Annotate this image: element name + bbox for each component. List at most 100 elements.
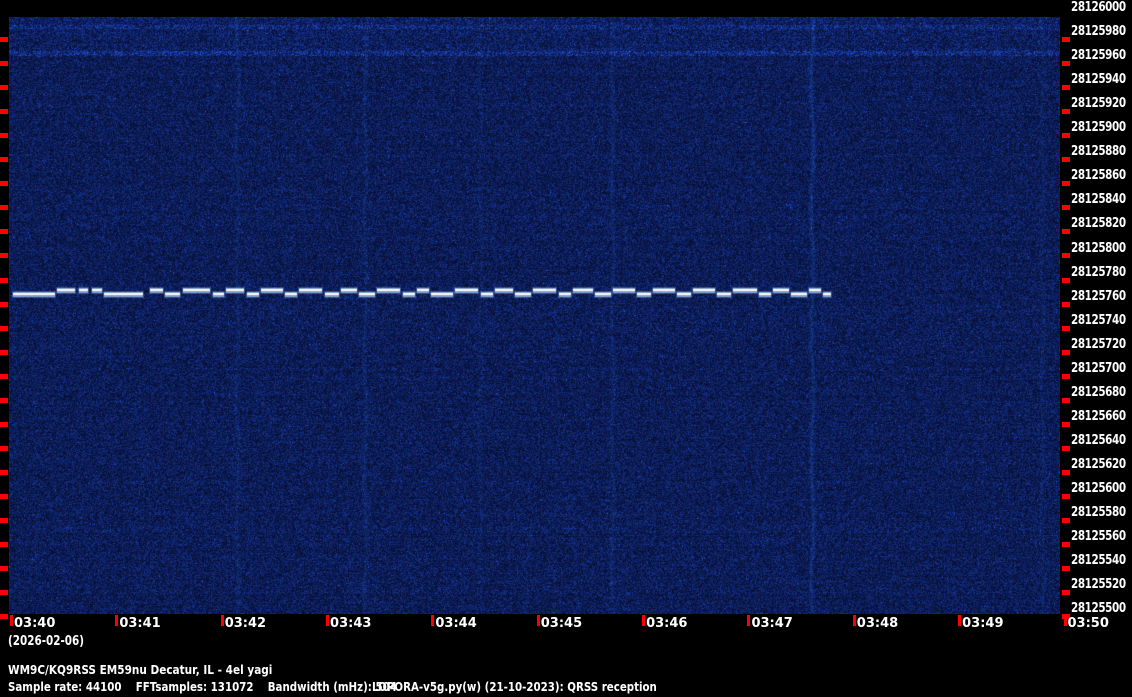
- frequency-tick: [1062, 398, 1070, 403]
- capture-parameters: Sample rate: 44100 FFTsamples: 131072 Ba…: [8, 679, 397, 694]
- time-label: 03:41: [119, 617, 160, 631]
- date-label: (2026-02-06): [8, 634, 84, 649]
- frequency-tick: [0, 302, 8, 307]
- frequency-label: 28125900: [1071, 121, 1126, 134]
- frequency-tick: [1062, 374, 1070, 379]
- frequency-tick: [0, 278, 8, 283]
- frequency-label: 28125620: [1071, 458, 1126, 471]
- frequency-tick: [1062, 494, 1070, 499]
- frequency-label: 28125800: [1071, 242, 1126, 255]
- frequency-label: 28125720: [1071, 338, 1126, 351]
- frequency-tick: [1062, 133, 1070, 138]
- frequency-tick: [0, 85, 8, 90]
- time-tick: [747, 615, 750, 626]
- frequency-tick: [1062, 253, 1070, 258]
- frequency-tick: [0, 205, 8, 210]
- time-tick: [958, 615, 961, 626]
- spectrogram-canvas: [9, 17, 1060, 614]
- time-tick: [642, 615, 645, 626]
- frequency-tick: [0, 326, 8, 331]
- frequency-label: 28125660: [1071, 410, 1126, 423]
- time-tick: [326, 615, 329, 626]
- frequency-tick: [1062, 37, 1070, 42]
- time-label: 03:48: [857, 617, 898, 631]
- software-info: LOPORA-v5g.py(w) (21-10-2023): QRSS rece…: [372, 679, 657, 694]
- time-tick: [431, 615, 434, 626]
- frequency-tick: [1062, 157, 1070, 162]
- frequency-tick: [0, 157, 8, 162]
- frequency-label: 28125700: [1071, 362, 1126, 375]
- time-label: 03:43: [330, 617, 371, 631]
- time-label: 03:45: [541, 617, 582, 631]
- frequency-tick: [0, 446, 8, 451]
- time-tick: [537, 615, 540, 626]
- frequency-tick: [1062, 350, 1070, 355]
- frequency-tick: [1062, 302, 1070, 307]
- frequency-label: 28125980: [1071, 25, 1126, 38]
- frequency-tick: [1062, 542, 1070, 547]
- frequency-label: 28125940: [1071, 73, 1126, 86]
- frequency-tick: [0, 470, 8, 475]
- time-label: 03:50: [1068, 617, 1109, 631]
- frequency-label: 28125520: [1071, 578, 1126, 591]
- frequency-tick: [1062, 566, 1070, 571]
- frequency-tick: [1062, 278, 1070, 283]
- frequency-tick: [0, 350, 8, 355]
- frequency-label: 28125780: [1071, 266, 1126, 279]
- frequency-tick: [0, 109, 8, 114]
- frequency-tick: [0, 374, 8, 379]
- frequency-label: 28125580: [1071, 506, 1126, 519]
- frequency-label: 28126000: [1071, 1, 1126, 14]
- frequency-tick: [1062, 326, 1070, 331]
- frequency-tick: [1062, 181, 1070, 186]
- frequency-tick: [1062, 109, 1070, 114]
- frequency-label: 28125560: [1071, 530, 1126, 543]
- frequency-tick: [0, 229, 8, 234]
- frequency-tick: [1062, 229, 1070, 234]
- frequency-label: 28125920: [1071, 97, 1126, 110]
- frequency-tick: [0, 61, 8, 66]
- frequency-label: 28125860: [1071, 169, 1126, 182]
- frequency-tick: [0, 422, 8, 427]
- frequency-label: 28125500: [1071, 602, 1126, 615]
- time-tick: [1064, 615, 1067, 626]
- station-info: WM9C/KQ9RSS EM59nu Decatur, IL - 4el yag…: [8, 662, 272, 677]
- time-tick: [10, 615, 13, 626]
- frequency-tick: [0, 566, 8, 571]
- frequency-label: 28125840: [1071, 193, 1126, 206]
- frequency-tick: [0, 494, 8, 499]
- frequency-tick: [1062, 61, 1070, 66]
- frequency-tick: [0, 133, 8, 138]
- time-tick: [115, 615, 118, 626]
- time-label: 03:49: [962, 617, 1003, 631]
- time-label: 03:42: [225, 617, 266, 631]
- frequency-label: 28125740: [1071, 314, 1126, 327]
- frequency-tick: [0, 181, 8, 186]
- time-label: 03:47: [751, 617, 792, 631]
- frequency-label: 28125640: [1071, 434, 1126, 447]
- frequency-label: 28125880: [1071, 145, 1126, 158]
- frequency-label: 28125680: [1071, 386, 1126, 399]
- frequency-tick: [1062, 470, 1070, 475]
- time-tick: [853, 615, 856, 626]
- time-label: 03:46: [646, 617, 687, 631]
- time-label: 03:40: [14, 617, 55, 631]
- frequency-tick: [0, 398, 8, 403]
- frequency-tick: [1062, 590, 1070, 595]
- frequency-tick: [1062, 422, 1070, 427]
- frequency-tick: [1062, 85, 1070, 90]
- frequency-tick: [0, 590, 8, 595]
- frequency-tick: [1062, 205, 1070, 210]
- frequency-tick: [1062, 518, 1070, 523]
- frequency-label: 28125600: [1071, 482, 1126, 495]
- frequency-label: 28125820: [1071, 217, 1126, 230]
- frequency-label: 28125960: [1071, 49, 1126, 62]
- frequency-label: 28125760: [1071, 290, 1126, 303]
- frequency-tick: [0, 37, 8, 42]
- frequency-label: 28125540: [1071, 554, 1126, 567]
- time-label: 03:44: [435, 617, 476, 631]
- time-tick: [221, 615, 224, 626]
- frequency-tick: [0, 542, 8, 547]
- frequency-tick: [0, 253, 8, 258]
- frequency-tick: [1062, 446, 1070, 451]
